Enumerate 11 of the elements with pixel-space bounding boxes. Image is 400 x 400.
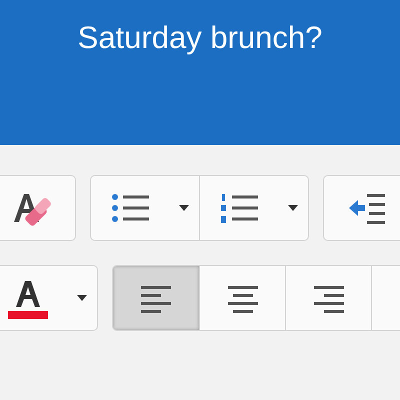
caret-icon (287, 204, 299, 212)
numbered-list-icon (219, 191, 259, 225)
caret-icon (76, 294, 88, 302)
decrease-indent-icon (347, 191, 387, 225)
bullet-list-icon (110, 191, 150, 225)
align-left-icon (139, 283, 173, 313)
window-title: Saturday brunch? (78, 20, 322, 55)
caret-icon (178, 204, 190, 212)
align-center-icon (226, 283, 260, 313)
align-left-button[interactable] (113, 266, 199, 330)
align-right-icon (312, 283, 346, 313)
